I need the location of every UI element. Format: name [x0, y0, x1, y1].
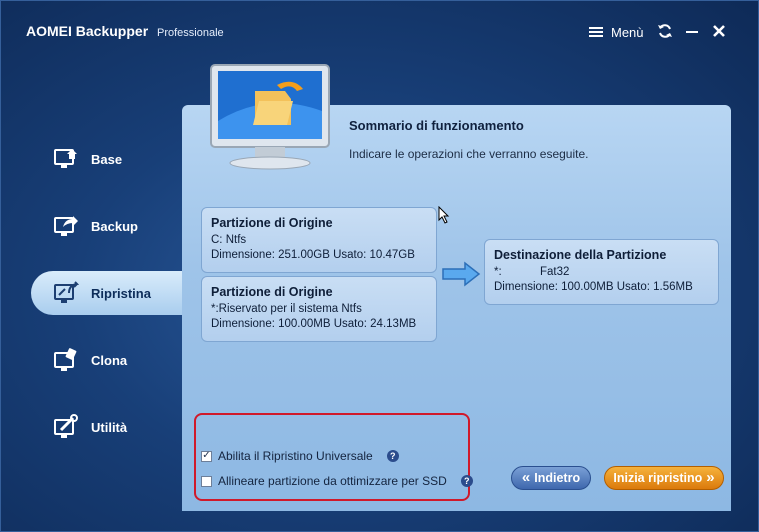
destination-partition-card: Destinazione della Partizione *: Fat32 D…	[484, 239, 719, 305]
universal-restore-option: ✓ Abilita il Ripristino Universale ?	[201, 449, 399, 463]
ssd-align-checkbox[interactable]	[201, 475, 212, 487]
card-title: Destinazione della Partizione	[494, 248, 667, 262]
universal-restore-checkbox[interactable]: ✓	[201, 450, 212, 462]
card-line: C: Ntfs	[211, 234, 247, 246]
close-button[interactable]	[708, 20, 730, 42]
app-edition: Professionale	[157, 27, 224, 39]
back-button[interactable]: « Indietro	[511, 466, 591, 490]
menu-button[interactable]: Menù	[589, 23, 644, 41]
chevron-left-icon: «	[521, 469, 531, 486]
restore-monitor-illustration	[210, 64, 330, 170]
monitor-clone-icon	[54, 348, 77, 371]
start-restore-label: Inizia ripristino	[613, 471, 703, 485]
right-arrow-icon	[442, 261, 481, 287]
refresh-icon	[658, 24, 672, 38]
sidebar-item-base[interactable]: Base	[31, 137, 191, 181]
sidebar-item-label: Base	[91, 151, 123, 167]
source-partition-card: Partizione di Origine *:Riservato per il…	[201, 276, 437, 342]
sidebar-item-label: Backup	[91, 218, 138, 234]
source-partition-card: Partizione di Origine C: Ntfs Dimensione…	[201, 207, 437, 273]
sidebar-item-backup[interactable]: Backup	[31, 204, 191, 248]
back-button-label: Indietro	[534, 471, 581, 485]
universal-restore-label: Abilita il Ripristino Universale	[218, 449, 373, 463]
title-bar: AOMEI Backupper Professionale Menù	[1, 1, 759, 59]
card-title: Partizione di Origine	[211, 216, 333, 230]
start-restore-button[interactable]: Inizia ripristino »	[604, 466, 724, 490]
menu-label: Menù	[611, 24, 644, 40]
app-window: AOMEI Backupper Professionale Menù Base …	[0, 0, 759, 532]
sidebar-item-label: Ripristina	[91, 285, 151, 301]
sidebar-item-ripristina[interactable]: Ripristina	[31, 271, 191, 315]
help-icon[interactable]: ?	[460, 475, 473, 487]
minimize-button[interactable]	[681, 20, 703, 42]
page-subtitle: Indicare le operazioni che verranno eseg…	[349, 147, 589, 161]
sidebar-item-utilita[interactable]: Utilità	[31, 405, 191, 449]
minimize-icon	[686, 31, 698, 33]
card-line: *: Fat32	[494, 266, 570, 278]
app-title: AOMEI Backupper	[26, 23, 149, 39]
card-line: Dimensione: 100.00MB Usato: 1.56MB	[494, 281, 693, 293]
chevron-right-icon: »	[706, 469, 715, 486]
hamburger-icon	[589, 26, 603, 38]
monitor-tools-icon	[54, 414, 78, 438]
card-title: Partizione di Origine	[211, 285, 333, 299]
close-icon	[713, 25, 725, 37]
ssd-align-option: Allineare partizione da ottimizzare per …	[201, 474, 473, 488]
sidebar-item-label: Clona	[91, 352, 128, 368]
monitor-restore-icon	[54, 281, 79, 303]
ssd-align-label: Allineare partizione da ottimizzare per …	[218, 474, 447, 488]
mouse-cursor-icon	[438, 206, 450, 224]
refresh-button[interactable]	[654, 20, 676, 42]
page-title: Sommario di funzionamento	[349, 118, 524, 133]
card-line: *:Riservato per il sistema Ntfs	[211, 303, 362, 315]
help-icon[interactable]: ?	[386, 450, 399, 462]
monitor-home-icon	[54, 149, 77, 168]
card-line: Dimensione: 100.00MB Usato: 24.13MB	[211, 318, 417, 330]
monitor-export-icon	[54, 216, 78, 236]
sidebar-item-clona[interactable]: Clona	[31, 338, 191, 382]
card-line: Dimensione: 251.00GB Usato: 10.47GB	[211, 249, 415, 261]
sidebar-item-label: Utilità	[91, 419, 128, 435]
